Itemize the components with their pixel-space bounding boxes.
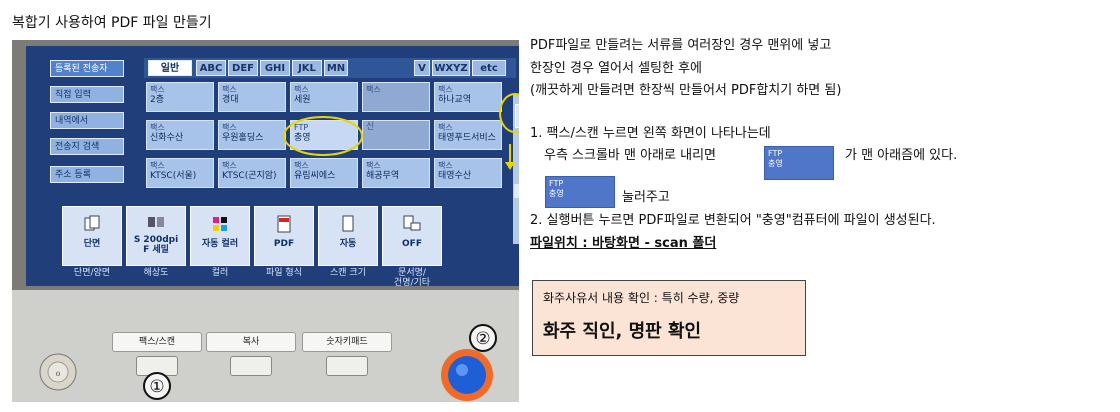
color-caption: 컬러 xyxy=(211,268,229,278)
step2-line: 2. 실행버튼 누르면 PDF파일로 변환되어 "충영"컴퓨터에 파일이 생성된… xyxy=(530,213,936,228)
file-format-value: PDF xyxy=(273,239,295,249)
hardware-key[interactable] xyxy=(230,356,272,376)
intro-line: (깨끗하게 만들려면 한장씩 만들어서 PDF합치기 하면 됨) xyxy=(530,83,842,98)
color-button[interactable]: 자동 컬러 xyxy=(190,206,250,266)
color-icon xyxy=(213,217,227,231)
page-icon xyxy=(342,215,354,232)
resolution-value: S 200dpi F 세밀 xyxy=(133,235,179,255)
file-format-caption: 파일 형식 xyxy=(266,268,302,278)
ftp-chip-type: FTP xyxy=(549,179,564,188)
document-name-value: OFF xyxy=(402,239,422,249)
power-button-icon[interactable]: ℴ xyxy=(38,352,78,392)
note-box: 화주사유서 내용 확인 : 특히 수량, 중량 화주 직인, 명판 확인 xyxy=(532,280,806,356)
document-mail-icon xyxy=(403,215,421,231)
ftp-chip-image: FTP 충영 xyxy=(545,176,615,208)
touch-screen: 등록된 전송자 직접 입력 내역에서 전송지 검색 주소 등록 일반 ABC D… xyxy=(26,46,519,288)
marker-two: ② xyxy=(469,324,497,352)
note-line-2: 화주 직인, 명판 확인 xyxy=(543,321,702,342)
duplex-button[interactable]: 단면 xyxy=(62,206,122,266)
page-title: 복합기 사용하여 PDF 파일 만들기 xyxy=(12,15,212,31)
keypad-hardware-button[interactable]: 숫자키패드 xyxy=(302,332,392,352)
pdf-file-icon xyxy=(277,215,291,233)
duplex-icon xyxy=(84,215,100,231)
hardware-key[interactable] xyxy=(326,356,368,376)
ftp-chip-name: 충영 xyxy=(549,189,564,198)
ftp-highlight-ellipse xyxy=(283,116,363,156)
resolution-button[interactable]: S 200dpi F 세밀 xyxy=(126,206,186,266)
scan-size-caption: 스캔 크기 xyxy=(330,268,366,278)
copy-hardware-button[interactable]: 복사 xyxy=(206,332,296,352)
printer-photo: 등록된 전송자 직접 입력 내역에서 전송지 검색 주소 등록 일반 ABC D… xyxy=(12,40,519,402)
duplex-value: 단면 xyxy=(83,239,101,249)
step1-line: 1. 팩스/스캔 누르면 왼쪽 화면이 나타나는데 xyxy=(530,126,771,141)
document-name-button[interactable]: OFF xyxy=(382,206,442,266)
intro-line: 한장인 경우 열어서 셀팅한 후에 xyxy=(530,61,703,76)
document-name-caption: 문서명/ 건명/기타 xyxy=(393,268,431,288)
step1-location-text: 가 맨 아래즘에 있다. xyxy=(845,148,958,163)
svg-text:ℴ: ℴ xyxy=(55,366,60,379)
fax-scan-hardware-button[interactable]: 팩스/스캔 xyxy=(112,332,202,352)
intro-line: PDF파일로 만들려는 서류를 여러장인 경우 맨위에 넣고 xyxy=(530,38,832,53)
resolution-icon xyxy=(148,217,164,227)
file-location-line: 파일위치 : 바탕화면 - scan 폴더 xyxy=(530,236,717,251)
resolution-caption: 해상도 xyxy=(143,268,169,278)
marker-one: ① xyxy=(143,372,171,400)
scan-size-value: 자동 xyxy=(339,239,357,249)
start-button-icon[interactable] xyxy=(440,348,494,402)
ftp-chip-type: FTP xyxy=(768,149,783,158)
ftp-chip-image: FTP 충영 xyxy=(764,146,834,180)
color-value: 자동 컬러 xyxy=(201,239,239,249)
scan-size-button[interactable]: 자동 xyxy=(318,206,378,266)
down-arrow-head xyxy=(505,162,515,170)
note-line-1: 화주사유서 내용 확인 : 특히 수량, 중량 xyxy=(543,291,740,305)
file-format-button[interactable]: PDF xyxy=(254,206,314,266)
scroll-highlight-ellipse xyxy=(499,93,519,133)
ftp-chip-name: 충영 xyxy=(768,159,783,168)
step1-scroll-text: 우측 스크롤바 맨 아래로 내리면 xyxy=(544,148,717,163)
duplex-caption: 단면/양면 xyxy=(73,268,111,278)
step1-press-text: 눌러주고 xyxy=(622,190,670,205)
